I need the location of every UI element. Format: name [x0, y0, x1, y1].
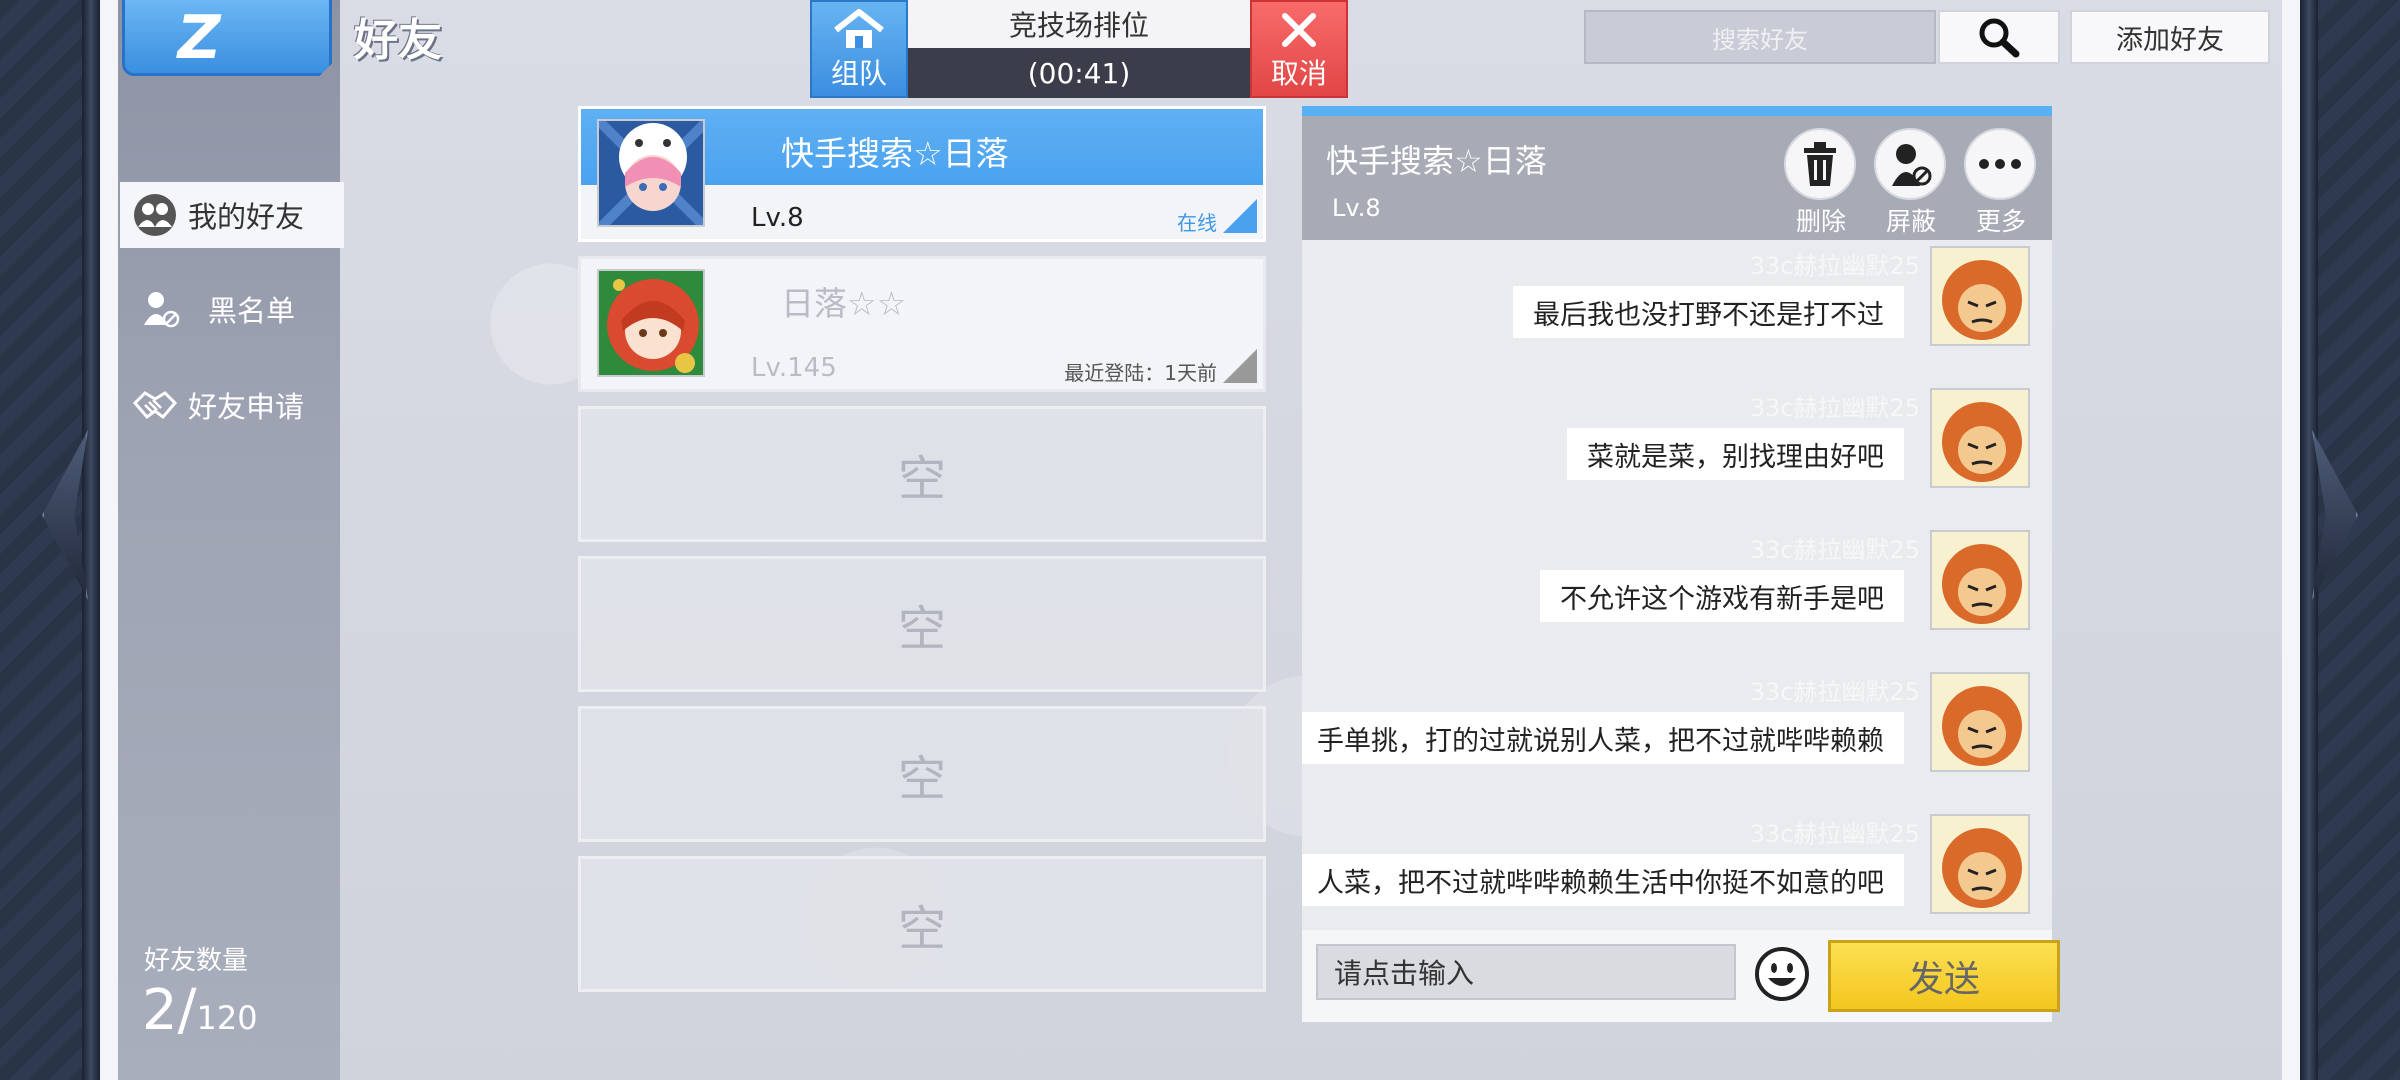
chat-message: 33c赫拉幽默25 最后我也没打野不还是打不过: [1302, 246, 2044, 378]
friend-level: Lv.145: [751, 353, 837, 383]
trash-icon: [1784, 128, 1856, 200]
avatar: [597, 119, 705, 227]
left-rail: [82, 0, 100, 1080]
friend-card[interactable]: 快手搜索☆日落 Lv.8 在线: [578, 106, 1266, 242]
main-area: Z 我的好友 黑名单 好友申请 好友数量 2/120 好友 组队 竞技场排位 (…: [118, 0, 2282, 1080]
team-button[interactable]: 组队: [810, 0, 908, 98]
more-icon: [1964, 128, 2036, 200]
sidebar-item-label: 我的好友: [188, 200, 305, 234]
handshake-icon: [132, 382, 178, 428]
back-button[interactable]: Z: [122, 0, 332, 76]
message-sender: 33c赫拉幽默25: [1749, 394, 1920, 422]
avatar: [1930, 388, 2030, 488]
empty-friend-slot: 空: [578, 706, 1266, 842]
delete-label: 删除: [1795, 207, 1846, 236]
chat-message: 33c赫拉幽默25 人菜，把不过就哔哔赖赖生活中你挺不如意的吧: [1302, 814, 2044, 940]
sidebar-item-my-friends[interactable]: 我的好友: [120, 182, 344, 248]
message-text: 菜就是菜，别找理由好吧: [1567, 428, 1904, 480]
chat-input[interactable]: 请点击输入: [1316, 944, 1736, 1000]
sidebar-item-blacklist[interactable]: 黑名单: [120, 276, 340, 342]
message-sender: 33c赫拉幽默25: [1749, 820, 1920, 848]
send-button[interactable]: 发送: [1828, 940, 2060, 1012]
page-title: 好友: [354, 15, 442, 66]
chat-message: 33c赫拉幽默25 不允许这个游戏有新手是吧: [1302, 530, 2044, 662]
message-text: 最后我也没打野不还是打不过: [1513, 286, 1904, 338]
friend-card[interactable]: 日落☆☆ Lv.145 最近登陆：1天前: [578, 256, 1266, 392]
back-glyph: Z: [170, 3, 227, 73]
friend-count-current: 2/: [142, 978, 197, 1043]
add-friend-button[interactable]: 添加好友: [2070, 10, 2270, 64]
corner-triangle-icon: [1223, 199, 1257, 233]
right-inner-border: [2282, 0, 2300, 1080]
chat-friend-name: 快手搜索☆日落: [1326, 142, 1547, 180]
message-sender: 33c赫拉幽默25: [1749, 252, 1920, 280]
friends-icon: [132, 192, 178, 238]
right-frame: [2300, 0, 2400, 1080]
block-label: 屏蔽: [1885, 207, 1936, 236]
more-label: 更多: [1975, 207, 2026, 236]
home-icon: [834, 9, 884, 48]
left-inner-border: [100, 0, 118, 1080]
blocked-user-icon: [138, 286, 184, 332]
close-icon: [1282, 13, 1316, 47]
match-title: 竞技场排位: [908, 0, 1250, 48]
friend-count-label: 好友数量: [144, 946, 249, 976]
sidebar-item-label: 好友申请: [188, 390, 305, 424]
empty-friend-slot: 空: [578, 856, 1266, 992]
avatar: [1930, 672, 2030, 772]
match-timer: (00:41): [908, 48, 1250, 98]
emoji-icon: [1755, 947, 1809, 1001]
friend-status: 在线: [1177, 211, 1217, 235]
search-icon: [1979, 18, 2020, 58]
search-button[interactable]: [1938, 10, 2060, 64]
emoji-button[interactable]: [1754, 946, 1810, 1002]
chat-header: 快手搜索☆日落 Lv.8 删除 屏蔽 更多: [1302, 116, 2052, 240]
avatar: [597, 269, 705, 377]
friend-name: 日落☆☆: [781, 284, 907, 323]
chat-messages[interactable]: 33c赫拉幽默25 最后我也没打野不还是打不过 33c赫拉幽默25 菜就是菜，别…: [1302, 240, 2052, 940]
sidebar-item-label: 黑名单: [208, 294, 296, 328]
message-text: 不允许这个游戏有新手是吧: [1540, 570, 1904, 622]
corner-triangle-icon: [1223, 349, 1257, 383]
block-user-icon: [1874, 128, 1946, 200]
friend-count-max: 120: [196, 999, 258, 1037]
chat-input-area: 请点击输入 发送: [1302, 930, 2060, 1022]
block-button[interactable]: 屏蔽: [1874, 128, 1948, 238]
match-bar: 组队 竞技场排位 (00:41) 取消: [810, 0, 1348, 98]
message-sender: 33c赫拉幽默25: [1749, 678, 1920, 706]
message-sender: 33c赫拉幽默25: [1749, 536, 1920, 564]
team-label: 组队: [830, 57, 887, 90]
friend-level: Lv.8: [751, 203, 804, 233]
avatar: [1930, 814, 2030, 914]
chat-message: 33c赫拉幽默25 手单挑，打的过就说别人菜，把不过就哔哔赖赖: [1302, 672, 2044, 804]
delete-button[interactable]: 删除: [1784, 128, 1858, 238]
empty-friend-slot: 空: [578, 556, 1266, 692]
cancel-button[interactable]: 取消: [1250, 0, 1348, 98]
chat-panel: 快手搜索☆日落 Lv.8 删除 屏蔽 更多 33c赫拉幽默25 最后我也没打野不…: [1302, 106, 2060, 1022]
avatar: [1930, 530, 2030, 630]
friend-count: 2/120: [142, 978, 258, 1043]
sidebar: Z 我的好友 黑名单 好友申请 好友数量 2/120: [118, 0, 344, 1080]
message-text: 手单挑，打的过就说别人菜，把不过就哔哔赖赖: [1302, 712, 1904, 764]
right-rail: [2300, 0, 2318, 1080]
cancel-label: 取消: [1270, 57, 1327, 90]
sidebar-item-friend-requests[interactable]: 好友申请: [120, 372, 340, 438]
right-arrow-icon[interactable]: [2312, 430, 2358, 600]
more-button[interactable]: 更多: [1964, 128, 2038, 238]
chat-message: 33c赫拉幽默25 菜就是菜，别找理由好吧: [1302, 388, 2044, 520]
chat-friend-level: Lv.8: [1332, 194, 1381, 222]
message-text: 人菜，把不过就哔哔赖赖生活中你挺不如意的吧: [1302, 854, 1904, 906]
friend-name: 快手搜索☆日落: [781, 134, 1009, 173]
search-input[interactable]: 搜索好友: [1584, 10, 1936, 64]
friend-last-login: 最近登陆：1天前: [1064, 361, 1217, 385]
empty-friend-slot: 空: [578, 406, 1266, 542]
match-info: 竞技场排位 (00:41): [908, 0, 1250, 98]
left-frame: [0, 0, 100, 1080]
avatar: [1930, 246, 2030, 346]
